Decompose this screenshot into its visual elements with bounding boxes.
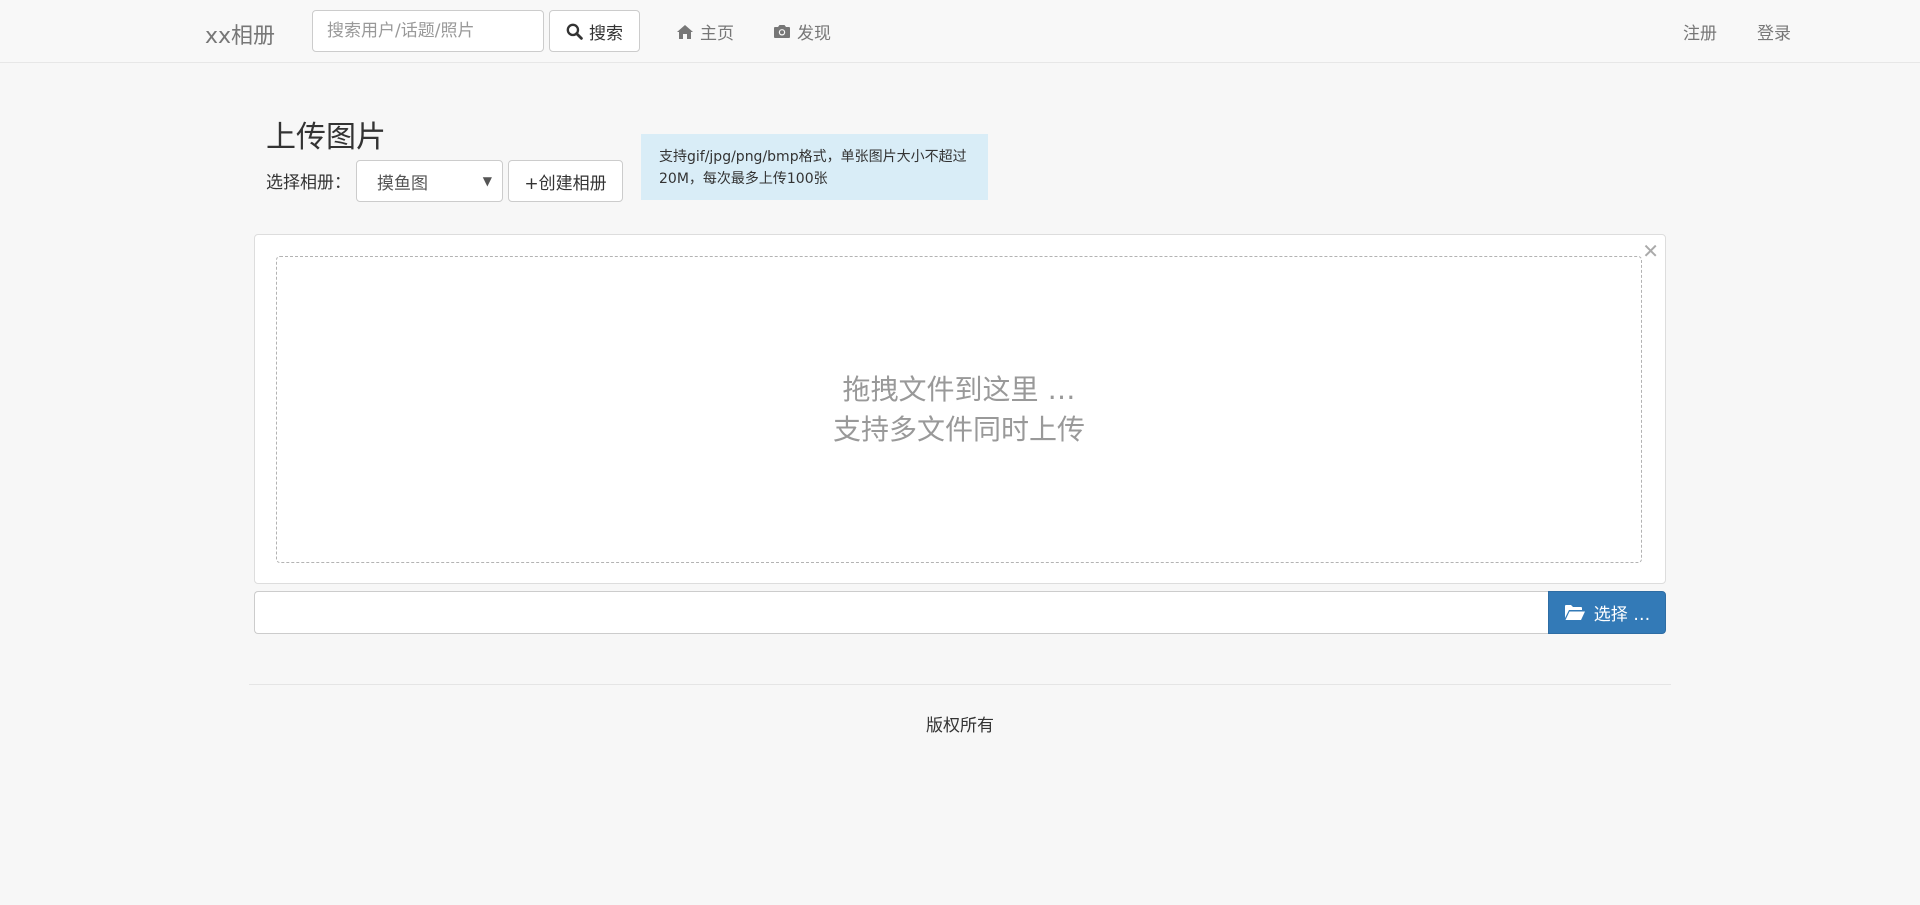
camera-icon <box>774 25 790 38</box>
search-icon <box>566 23 583 40</box>
login-link[interactable]: 登录 <box>1757 19 1791 44</box>
search-button-label: 搜索 <box>589 23 623 44</box>
nav-home[interactable]: 主页 <box>676 19 734 44</box>
upload-info-line-1: 支持gif/jpg/png/bmp格式，单张图片大小不超过 <box>659 149 967 165</box>
album-select[interactable]: 摸鱼图 ▼ <box>356 160 503 202</box>
search-input[interactable] <box>312 10 544 52</box>
nav-discover[interactable]: 发现 <box>773 19 831 44</box>
navbar: xx相册 搜索 主页 发现 注册 登录 <box>0 0 1920 63</box>
file-dropzone[interactable]: 拖拽文件到这里 … 支持多文件同时上传 <box>276 256 1642 563</box>
upload-info-line-2: 20M，每次最多上传100张 <box>659 171 828 187</box>
dropzone-text-2: 支持多文件同时上传 <box>832 412 1085 446</box>
upload-panel: ✕ 拖拽文件到这里 … 支持多文件同时上传 <box>254 234 1666 584</box>
footer-divider <box>249 684 1671 685</box>
footer-copyright: 版权所有 <box>926 716 994 736</box>
upload-info-box: 支持gif/jpg/png/bmp格式，单张图片大小不超过 20M，每次最多上传… <box>641 134 988 200</box>
nav-home-label: 主页 <box>700 24 734 44</box>
dropzone-text-1: 拖拽文件到这里 … <box>842 372 1076 406</box>
search-button[interactable]: 搜索 <box>549 10 640 52</box>
home-icon <box>677 24 693 39</box>
folder-open-icon <box>1564 605 1585 620</box>
browse-button[interactable]: 选择 … <box>1548 591 1666 634</box>
album-select-label: 选择相册： <box>266 173 351 193</box>
create-album-button[interactable]: +创建相册 <box>508 160 623 202</box>
caret-down-icon: ▼ <box>482 174 492 188</box>
register-link[interactable]: 注册 <box>1683 19 1717 44</box>
album-select-value: 摸鱼图 <box>377 173 428 194</box>
nav-discover-label: 发现 <box>797 24 831 44</box>
close-icon[interactable]: ✕ <box>1642 241 1659 261</box>
browse-button-label: 选择 … <box>1593 605 1651 625</box>
file-caption-input[interactable] <box>254 591 1549 634</box>
brand-logo[interactable]: xx相册 <box>205 18 275 50</box>
page-title: 上传图片 <box>266 120 386 155</box>
